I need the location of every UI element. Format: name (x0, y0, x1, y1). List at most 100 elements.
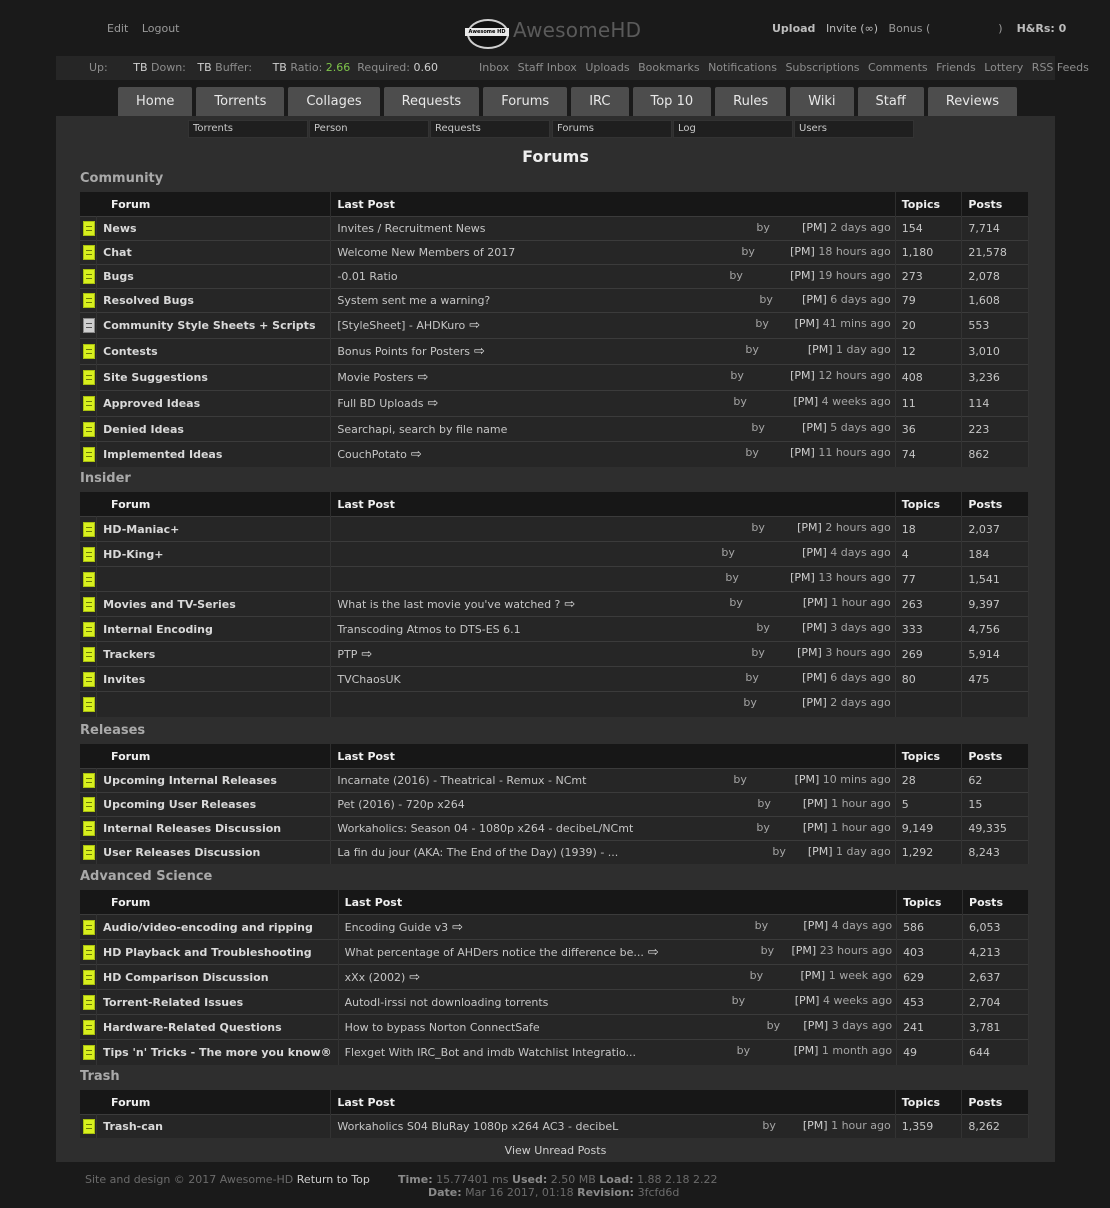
pm-link[interactable]: [PM] (790, 369, 815, 382)
pm-link[interactable]: [PM] (808, 845, 833, 858)
jump-arrow-icon[interactable]: ⇨ (474, 345, 485, 358)
forum-name[interactable]: Invites (96, 666, 332, 692)
forum-name[interactable]: Audio/video-encoding and ripping (96, 914, 339, 940)
forum-name[interactable]: Site Suggestions (96, 364, 332, 391)
forum-name[interactable]: Hardware-Related Questions (96, 1014, 339, 1040)
forum-name[interactable]: HD Comparison Discussion (96, 964, 339, 990)
invite-link[interactable]: Invite (∞) (826, 22, 878, 35)
tab-forums[interactable]: Forums (483, 87, 568, 116)
jump-arrow-icon[interactable]: ⇨ (564, 598, 575, 611)
forum-row[interactable]: Denied Ideas Searchapi, search by file na… (80, 416, 1029, 442)
forum-row[interactable]: Internal Encoding Transcoding Atmos to DT… (80, 616, 1029, 642)
forum-name[interactable]: Approved Ideas (96, 390, 332, 417)
last-post-link[interactable]: Searchapi, search by file name (337, 423, 507, 436)
forum-row[interactable]: by [PM] 13 hours ago 77 1,541 (80, 566, 1029, 592)
pm-link[interactable]: [PM] (803, 1119, 828, 1132)
friends-link[interactable]: Friends (936, 61, 976, 74)
forum-row[interactable]: Invites TVChaosUK by [PM] 6 days ago 80 475 (80, 666, 1029, 692)
last-post-link[interactable]: Invites / Recruitment News (337, 222, 485, 235)
pm-link[interactable]: [PM] (790, 571, 815, 584)
forum-row[interactable]: Resolved Bugs System sent me a warning? by… (80, 288, 1029, 313)
forum-row[interactable]: Bugs -0.01 Ratio by [PM] 19 hours ago 273 2,0… (80, 264, 1029, 289)
forum-row[interactable]: Community Style Sheets + Scripts [StyleSh… (80, 312, 1029, 339)
forum-row[interactable]: Trash-can Workaholics S04 BluRay 1080p x2… (80, 1114, 1029, 1138)
last-post-link[interactable]: How to bypass Norton ConnectSafe (345, 1021, 540, 1034)
pm-link[interactable]: [PM] (803, 1019, 828, 1032)
pm-link[interactable]: [PM] (795, 317, 820, 330)
forum-name[interactable] (96, 566, 332, 592)
comments-link[interactable]: Comments (868, 61, 928, 74)
last-post-link[interactable]: La fin du jour (AKA: The End of the Day)… (337, 846, 618, 859)
pm-link[interactable]: [PM] (797, 521, 822, 534)
pm-link[interactable]: [PM] (795, 994, 820, 1007)
last-post-link[interactable]: Encoding Guide v3 (345, 921, 449, 934)
forum-name[interactable]: Contests (96, 338, 332, 365)
jump-arrow-icon[interactable]: ⇨ (409, 971, 420, 984)
forum-name[interactable]: Trash-can (96, 1114, 332, 1138)
last-post-link[interactable]: Workaholics S04 BluRay 1080p x264 AC3 - … (337, 1120, 618, 1133)
view-unread-link[interactable]: View Unread Posts (56, 1144, 1055, 1157)
forum-row[interactable]: HD Comparison Discussion xXx (2002) ⇨ by [PM… (80, 964, 1029, 990)
last-post-link[interactable]: CouchPotato (337, 448, 406, 461)
forum-name[interactable]: Internal Encoding (96, 616, 332, 642)
pm-link[interactable]: [PM] (808, 343, 833, 356)
last-post-link[interactable]: Flexget With IRC_Bot and imdb Watchlist … (345, 1046, 636, 1059)
forum-name[interactable]: Upcoming Internal Releases (96, 768, 332, 793)
search-users-input[interactable]: Users (794, 120, 914, 138)
pm-link[interactable]: [PM] (793, 395, 818, 408)
rss-feeds-link[interactable]: RSS Feeds (1032, 61, 1089, 74)
pm-link[interactable]: [PM] (803, 821, 828, 834)
pm-link[interactable]: [PM] (802, 696, 827, 709)
search-requests-input[interactable]: Requests (430, 120, 550, 138)
forum-row[interactable]: Chat Welcome New Members of 2017 by [PM] 18… (80, 240, 1029, 265)
jump-arrow-icon[interactable]: ⇨ (417, 371, 428, 384)
forum-row[interactable]: Contests Bonus Points for Posters ⇨ by [PM] … (80, 338, 1029, 365)
pm-link[interactable]: [PM] (803, 919, 828, 932)
forum-name[interactable]: HD-Maniac+ (96, 516, 332, 542)
forum-name[interactable]: Upcoming User Releases (96, 792, 332, 817)
forum-name[interactable]: Torrent-Related Issues (96, 989, 339, 1015)
site-logo[interactable]: Awesome HD AwesomeHD (465, 12, 641, 49)
last-post-link[interactable]: Pet (2016) - 720p x264 (337, 798, 464, 811)
forum-row[interactable]: Implemented Ideas CouchPotato ⇨ by [PM] 11 h… (80, 441, 1029, 467)
forum-row[interactable]: Audio/video-encoding and ripping Encoding… (80, 914, 1029, 940)
forum-name[interactable]: Resolved Bugs (96, 288, 332, 313)
inbox-link[interactable]: Inbox (479, 61, 509, 74)
tab-top10[interactable]: Top 10 (632, 87, 712, 116)
pm-link[interactable]: [PM] (795, 773, 820, 786)
jump-arrow-icon[interactable]: ⇨ (469, 319, 480, 332)
forum-row[interactable]: HD-King+ by [PM] 4 days ago 4 184 (80, 541, 1029, 567)
forum-row[interactable]: User Releases Discussion La fin du jour (… (80, 840, 1029, 864)
pm-link[interactable]: [PM] (802, 671, 827, 684)
forum-name[interactable] (96, 691, 332, 717)
search-forums-input[interactable]: Forums (552, 120, 672, 138)
uploads-link[interactable]: Uploads (585, 61, 629, 74)
forum-name[interactable]: Chat (96, 240, 332, 265)
jump-arrow-icon[interactable]: ⇨ (361, 648, 372, 661)
forum-row[interactable]: Movies and TV-Series What is the last mov… (80, 591, 1029, 617)
pm-link[interactable]: [PM] (790, 269, 815, 282)
pm-link[interactable]: [PM] (791, 944, 816, 957)
hnr-link[interactable]: H&Rs: 0 (1017, 22, 1067, 35)
pm-link[interactable]: [PM] (802, 293, 827, 306)
notifications-link[interactable]: Notifications (708, 61, 777, 74)
pm-link[interactable]: [PM] (790, 446, 815, 459)
last-post-link[interactable]: Transcoding Atmos to DTS-ES 6.1 (337, 623, 520, 636)
forum-name[interactable]: HD-King+ (96, 541, 332, 567)
pm-link[interactable]: [PM] (802, 621, 827, 634)
upload-link[interactable]: Upload (772, 22, 815, 35)
last-post-link[interactable]: PTP (337, 648, 357, 661)
forum-row[interactable]: Site Suggestions Movie Posters ⇨ by [PM] 12 … (80, 364, 1029, 391)
forum-name[interactable]: News (96, 216, 332, 241)
forum-row[interactable]: Trackers PTP ⇨ by [PM] 3 hours ago 269 5,914 (80, 641, 1029, 667)
forum-row[interactable]: Hardware-Related Questions How to bypass … (80, 1014, 1029, 1040)
jump-arrow-icon[interactable]: ⇨ (452, 921, 463, 934)
forum-row[interactable]: by [PM] 2 days ago (80, 691, 1029, 717)
jump-arrow-icon[interactable]: ⇨ (427, 397, 438, 410)
last-post-link[interactable]: Movie Posters (337, 371, 413, 384)
forum-name[interactable]: Bugs (96, 264, 332, 289)
last-post-link[interactable]: Autodl-irssi not downloading torrents (345, 996, 549, 1009)
bookmarks-link[interactable]: Bookmarks (638, 61, 699, 74)
forum-row[interactable]: Upcoming User Releases Pet (2016) - 720p … (80, 792, 1029, 817)
tab-home[interactable]: Home (118, 87, 193, 116)
